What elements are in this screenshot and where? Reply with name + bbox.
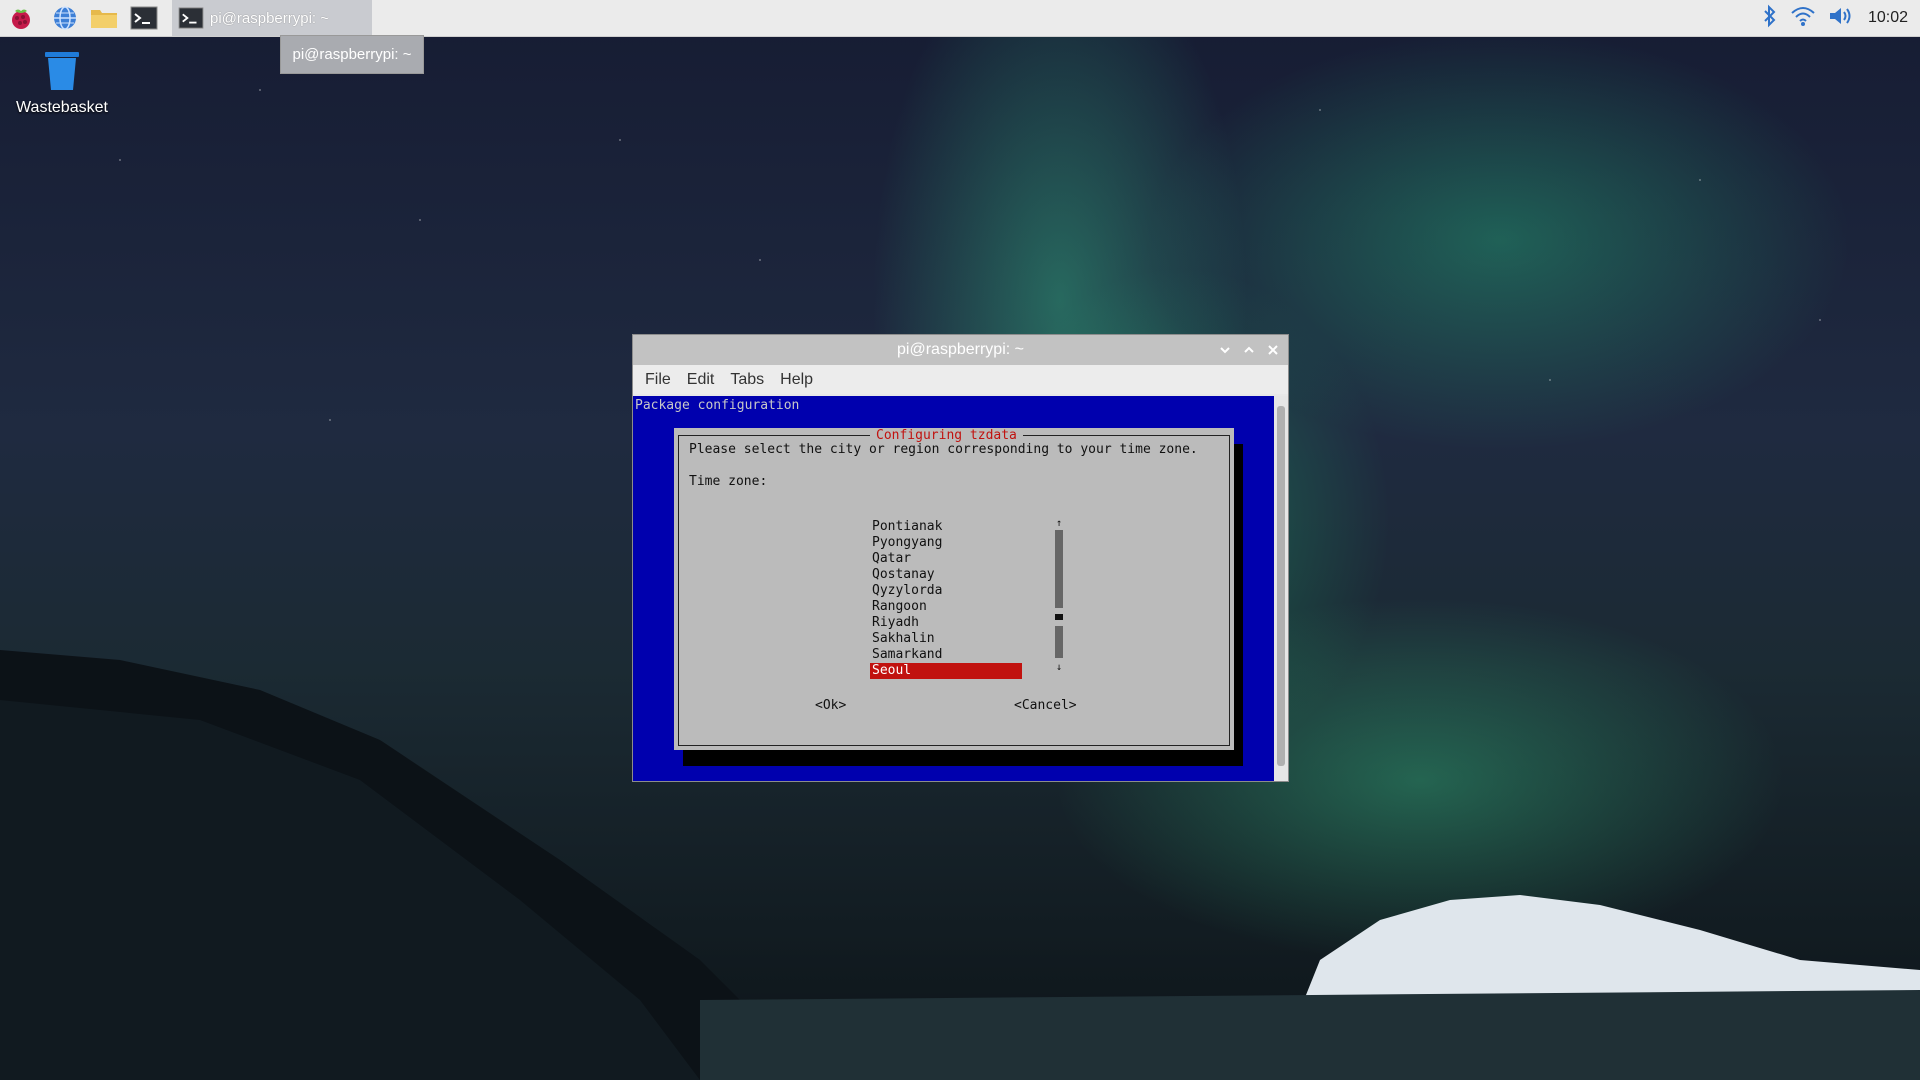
menu-edit[interactable]: Edit (679, 371, 723, 389)
maximize-icon[interactable] (1242, 343, 1256, 357)
list-item[interactable]: Qostanay (870, 567, 1030, 583)
taskbar-task-label: pi@raspberrypi: ~ (210, 9, 330, 27)
taskbar-tooltip: pi@raspberrypi: ~ (280, 35, 424, 74)
list-scrollbar[interactable]: ↑ ↓ (1055, 518, 1063, 678)
terminal-scrollbar-thumb[interactable] (1277, 406, 1285, 766)
list-item[interactable]: Pyongyang (870, 535, 1030, 551)
tzdata-dialog: Configuring tzdata Please select the cit… (674, 428, 1234, 750)
web-browser-icon[interactable] (50, 3, 80, 33)
dialog-prompt: Please select the city or region corresp… (689, 442, 1198, 457)
list-item[interactable]: Qatar (870, 551, 1030, 567)
terminal-icon[interactable] (129, 3, 159, 33)
file-manager-icon[interactable] (89, 3, 119, 33)
volume-icon[interactable] (1828, 5, 1856, 32)
menu-help[interactable]: Help (772, 371, 821, 389)
system-tray: 10:02 (1762, 0, 1920, 36)
scrollbar-track-upper (1055, 530, 1063, 608)
clock[interactable]: 10:02 (1868, 9, 1908, 27)
list-item[interactable]: Riyadh (870, 615, 1030, 631)
ok-button[interactable]: <Ok> (815, 698, 846, 713)
scrollbar-track-lower (1055, 626, 1063, 658)
terminal-window: pi@raspberrypi: ~ File Edit Tabs Help Pa… (632, 334, 1289, 782)
timezone-label: Time zone: (689, 474, 768, 489)
cancel-button[interactable]: <Cancel> (1014, 698, 1077, 713)
taskbar: pi@raspberrypi: ~ 10:02 (0, 0, 1920, 37)
window-controls (1218, 335, 1280, 365)
desktop-icon-wastebasket[interactable]: Wastebasket (12, 48, 112, 117)
terminal-icon (178, 7, 204, 29)
timezone-list[interactable]: Pontianak Pyongyang Qatar Qostanay Qyzyl… (870, 519, 1030, 679)
wifi-icon[interactable] (1790, 5, 1816, 32)
list-item-selected[interactable]: Seoul (870, 663, 1022, 679)
list-item[interactable]: Samarkand (870, 647, 1030, 663)
scrollbar-thumb[interactable] (1055, 614, 1063, 620)
dialog-title: Configuring tzdata (870, 428, 1023, 443)
window-titlebar[interactable]: pi@raspberrypi: ~ (633, 335, 1288, 365)
bluetooth-icon[interactable] (1762, 4, 1778, 33)
scroll-down-arrow-icon: ↓ (1055, 662, 1063, 673)
close-icon[interactable] (1266, 343, 1280, 357)
window-title: pi@raspberrypi: ~ (897, 341, 1024, 358)
menu-tabs[interactable]: Tabs (722, 371, 772, 389)
list-item[interactable]: Rangoon (870, 599, 1030, 615)
minimize-icon[interactable] (1218, 343, 1232, 357)
menu-bar: File Edit Tabs Help (633, 365, 1288, 394)
menu-file[interactable]: File (637, 371, 679, 389)
list-item[interactable]: Pontianak (870, 519, 1030, 535)
wastebasket-icon (45, 52, 79, 90)
desktop-icon-label: Wastebasket (16, 99, 108, 116)
raspberry-menu-icon[interactable] (6, 3, 36, 33)
scroll-up-arrow-icon: ↑ (1055, 518, 1063, 529)
package-config-header: Package configuration (635, 398, 800, 413)
list-item[interactable]: Qyzylorda (870, 583, 1030, 599)
taskbar-task-terminal[interactable]: pi@raspberrypi: ~ (172, 0, 372, 36)
list-item[interactable]: Sakhalin (870, 631, 1030, 647)
terminal-content[interactable]: Package configuration Configuring tzdata… (633, 396, 1274, 781)
terminal-scrollbar[interactable] (1274, 396, 1288, 781)
